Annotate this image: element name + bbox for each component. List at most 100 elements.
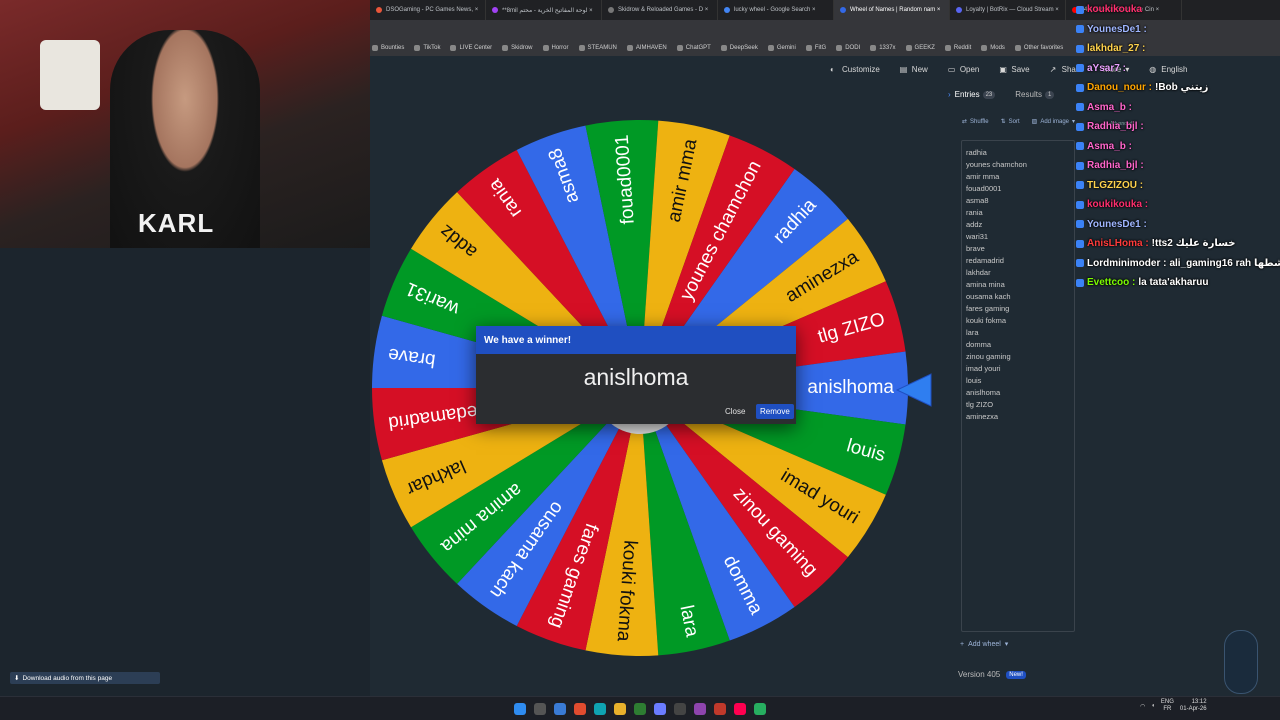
entry-item: aminezxa — [966, 412, 999, 421]
sort-button[interactable]: ⇅ Sort — [1001, 118, 1020, 126]
tiktok-icon[interactable] — [734, 702, 746, 715]
chat-text: la tata'akharuu — [1138, 277, 1209, 288]
brave-icon[interactable] — [574, 702, 586, 715]
app-icon[interactable] — [754, 702, 766, 715]
tab-entries[interactable]: › Entries 23 — [948, 90, 996, 99]
bookmark-icon — [542, 45, 549, 51]
bookmark-item[interactable]: TikTok — [414, 45, 440, 51]
bookmark-label: DeepSeek — [729, 45, 758, 51]
app-icon[interactable] — [694, 702, 706, 715]
browser-tab[interactable]: DSOGaming - PC Games News, × — [370, 0, 486, 20]
chat-text: ali_gaming16 rah شطها — [1169, 257, 1280, 269]
start-icon[interactable] — [514, 702, 526, 715]
bookmark-item[interactable]: Other favorites — [1014, 45, 1064, 51]
bookmark-label: TikTok — [423, 45, 441, 51]
tab-label: Skidrow & Reloaded Games - D × — [618, 7, 709, 13]
obs-icon[interactable] — [714, 702, 726, 715]
edge-icon[interactable] — [554, 702, 566, 715]
save-icon: ▣ — [999, 65, 1007, 74]
customize-button[interactable]: ◐ Customize — [830, 65, 880, 75]
winner-name: anislhoma — [583, 364, 689, 390]
download-audio-bar[interactable]: ⬇ Download audio from this page — [10, 672, 160, 684]
wifi-icon[interactable]: ◠ — [1140, 703, 1145, 710]
bookmark-label: STEAMUN — [587, 45, 617, 51]
bookmark-item[interactable]: LIVE Center — [450, 45, 492, 51]
browser-tab[interactable]: Skidrow & Reloaded Games - D × — [602, 0, 718, 20]
bookmark-item[interactable]: FitG — [805, 45, 827, 51]
bookmark-label: 1337x — [879, 45, 896, 51]
bookmark-label: Horror — [551, 45, 569, 51]
folder-icon[interactable] — [614, 702, 626, 715]
entries-toolbar: ⇄ Shuffle ⇅ Sort ▨ Add image ▾ — [962, 118, 1075, 126]
entries-textarea[interactable]: radhia younes chamchon amir mma fouad0001 as… — [961, 140, 1075, 632]
entry-item: zinou gaming — [966, 352, 1011, 361]
bookmark-item[interactable]: ChatGPT — [676, 45, 711, 51]
bookmark-label: LIVE Center — [459, 45, 493, 51]
remove-button[interactable]: Remove — [756, 404, 794, 419]
language-indicator[interactable]: ENG — [1161, 699, 1174, 706]
bookmark-label: FitG — [814, 45, 827, 51]
bookmark-item[interactable]: Mods — [981, 45, 1005, 51]
new-badge[interactable]: New! — [1006, 670, 1026, 679]
bookmark-icon — [905, 45, 912, 51]
chat-badge-icon — [1076, 44, 1084, 53]
bookmark-item[interactable]: GEEKZ — [905, 45, 935, 51]
chat-message: TLGZIZOU : — [1076, 176, 1280, 196]
bookmark-icon — [805, 45, 812, 51]
bookmark-icon — [502, 45, 509, 51]
browser-tab[interactable]: **8mil لوحة المفاتيح الخرية - محتم × — [486, 0, 602, 20]
chat-message: Radhia_bjl : — [1076, 156, 1280, 176]
bookmark-item[interactable]: Skidrow — [502, 45, 533, 51]
close-button[interactable]: Close — [720, 404, 750, 419]
bookmark-item[interactable]: Horror — [542, 45, 569, 51]
bookmark-icon — [450, 45, 457, 51]
chat-username: Asma_b : — [1087, 140, 1133, 152]
browser-tab[interactable]: lucky wheel - Google Search × — [718, 0, 834, 20]
channel-logo-icon — [1224, 630, 1258, 694]
chat-username: Danou_nour : — [1087, 82, 1152, 93]
bookmark-item[interactable]: DeepSeek — [720, 45, 758, 51]
shirt-text: KARL — [138, 208, 215, 238]
bookmark-item[interactable]: DODI — [836, 45, 860, 51]
save-button[interactable]: ▣ Save — [999, 65, 1029, 75]
chat-message: koukikouka : — [1076, 195, 1280, 215]
chat-badge-icon — [1076, 259, 1084, 268]
bookmark-item[interactable]: STEAMUN — [578, 45, 617, 51]
tab-results[interactable]: Results 1 — [1015, 90, 1055, 99]
add-wheel-button[interactable]: + Add wheel ▾ — [960, 640, 1008, 649]
new-button[interactable]: ▤ New — [900, 65, 928, 75]
browser-icon[interactable] — [594, 702, 606, 715]
discord-icon[interactable] — [654, 702, 666, 715]
browser-tab[interactable]: Loyalty | BotRix — Cloud Stream × — [950, 0, 1066, 20]
search-icon[interactable] — [534, 702, 546, 715]
tab-label: DSOGaming - PC Games News, × — [386, 7, 479, 13]
tab-favicon-icon — [956, 7, 962, 13]
download-icon: ⬇ — [14, 675, 20, 682]
chat-message: Asma_b : — [1076, 98, 1280, 118]
chat-message: Danou_nour : !Bob زيتني — [1076, 78, 1280, 98]
steam-icon[interactable] — [674, 702, 686, 715]
entry-item: ousama kach — [966, 292, 1011, 301]
bookmark-item[interactable]: Bounties — [372, 45, 404, 51]
chat-username: aYsar7 : — [1087, 62, 1126, 74]
bookmark-label: Other favorites — [1023, 45, 1064, 51]
xbox-icon[interactable] — [634, 702, 646, 715]
add-image-button[interactable]: ▨ Add image ▾ — [1032, 118, 1075, 126]
shuffle-button[interactable]: ⇄ Shuffle — [962, 118, 989, 126]
version-info: Version 405 New! — [958, 670, 1026, 679]
system-tray: ◠ ◖ ENG FR 13:12 01-Apr-26 — [1140, 699, 1207, 713]
bookmark-item[interactable]: Reddit — [944, 45, 971, 51]
tab-label: lucky wheel - Google Search × — [734, 7, 816, 13]
taskbar — [0, 696, 1280, 720]
volume-icon[interactable]: ◖ — [1151, 703, 1155, 709]
bookmark-item[interactable]: Gemini — [767, 45, 796, 51]
browser-tab[interactable]: Wheel of Names | Random nam × — [834, 0, 950, 20]
entry-item: fares gaming — [966, 304, 1010, 313]
entry-item: louis — [966, 376, 982, 385]
bookmark-item[interactable]: 1337x — [870, 45, 896, 51]
bookmark-icon — [720, 45, 727, 51]
clock[interactable]: 13:12 01-Apr-26 — [1180, 699, 1207, 713]
bookmark-item[interactable]: AIMHAVEN — [626, 45, 667, 51]
chat-message: AnisLHoma : !tts2 خسارة عليك — [1076, 234, 1280, 254]
open-button[interactable]: ▭ Open — [948, 65, 980, 75]
